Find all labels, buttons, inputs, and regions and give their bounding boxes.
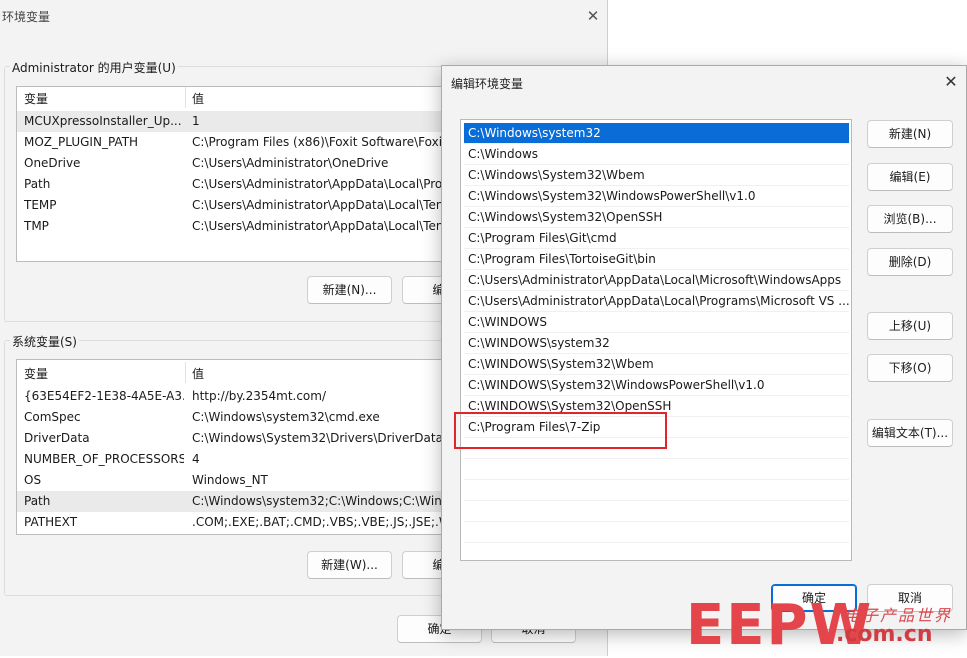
new-button[interactable]: 新建(N) [867,120,953,148]
empty-row[interactable] [464,438,849,459]
column-header-value[interactable]: 值 [192,90,452,107]
list-item[interactable]: C:\Program Files\7-Zip [464,417,849,438]
var-value: C:\Program Files (x86)\Foxit Software\Fo… [192,135,447,149]
column-header-value[interactable]: 值 [192,365,452,382]
var-value: Windows_NT [192,473,268,487]
table-row[interactable]: Path C:\Users\Administrator\AppData\Loca… [17,174,455,195]
var-name: {63E54EF2-1E38-4A5E-A3... [24,389,184,403]
var-value: C:\Users\Administrator\AppData\Local\Ten [192,198,444,212]
empty-row[interactable] [464,459,849,480]
var-value: C:\Windows\system32\cmd.exe [192,410,380,424]
var-name: NUMBER_OF_PROCESSORS [24,452,184,466]
user-variables-label: Administrator 的用户变量(U) [10,59,178,76]
column-header-variable[interactable]: 变量 [24,365,184,382]
var-name: PATHEXT [24,515,78,529]
var-name: ComSpec [24,410,81,424]
close-icon[interactable]: ✕ [584,7,602,25]
system-variables-label: 系统变量(S) [10,333,79,350]
list-item[interactable]: C:\Windows\System32\WindowsPowerShell\v1… [464,186,849,207]
list-item[interactable]: C:\Windows\System32\OpenSSH [464,207,849,228]
table-row[interactable]: MOZ_PLUGIN_PATH C:\Program Files (x86)\F… [17,132,455,153]
table-row[interactable]: Path C:\Windows\system32;C:\Windows;C:\W… [17,491,455,512]
var-name: MCUXpressoInstaller_Up... [24,114,182,128]
var-value: C:\Windows\system32;C:\Windows;C:\Wind [192,494,450,508]
var-name: OS [24,473,42,487]
dialog-title: 编辑环境变量 [451,77,524,91]
var-value: .COM;.EXE;.BAT;.CMD;.VBS;.VBE;.JS;.JSE;.… [192,515,452,529]
table-row[interactable]: OS Windows_NT [17,470,455,491]
var-name: TMP [24,219,49,233]
table-row[interactable]: TMP C:\Users\Administrator\AppData\Local… [17,216,455,237]
user-new-button[interactable]: 新建(N)... [307,276,392,304]
var-value: 4 [192,452,200,466]
browse-button[interactable]: 浏览(B)... [867,205,953,233]
empty-row[interactable] [464,480,849,501]
empty-row[interactable] [464,522,849,543]
user-variables-table[interactable]: 变量 值 MCUXpressoInstaller_Up... 1 MOZ_PLU… [16,86,456,262]
var-name: TEMP [24,198,57,212]
var-value: http://by.2354mt.com/ [192,389,327,403]
table-header: 变量 值 [17,362,455,383]
var-name: DriverData [24,431,90,445]
list-item[interactable]: C:\Users\Administrator\AppData\Local\Pro… [464,291,849,312]
move-up-button[interactable]: 上移(U) [867,312,953,340]
list-item[interactable]: C:\WINDOWS\System32\WindowsPowerShell\v1… [464,375,849,396]
var-value: C:\Users\Administrator\AppData\Local\Pro [192,177,443,191]
var-value: C:\Windows\System32\Drivers\DriverData [192,431,443,445]
close-icon[interactable]: ✕ [942,72,960,91]
table-header: 变量 值 [17,87,455,108]
var-name: Path [24,494,51,508]
var-value: C:\Users\Administrator\OneDrive [192,156,389,170]
table-row[interactable]: TEMP C:\Users\Administrator\AppData\Loca… [17,195,455,216]
list-item[interactable]: C:\Windows\system32 [464,123,849,144]
system-variables-table[interactable]: 变量 值 {63E54EF2-1E38-4A5E-A3... http://by… [16,359,456,535]
path-list[interactable]: C:\Windows\system32 C:\Windows C:\Window… [460,119,852,561]
edit-button[interactable]: 编辑(E) [867,163,953,191]
table-row[interactable]: DriverData C:\Windows\System32\Drivers\D… [17,428,455,449]
var-name: Path [24,177,51,191]
table-row[interactable]: MCUXpressoInstaller_Up... 1 [17,111,455,132]
window-title: 环境变量 [2,10,51,24]
empty-row[interactable] [464,501,849,522]
table-row[interactable]: NUMBER_OF_PROCESSORS 4 [17,449,455,470]
table-row[interactable]: {63E54EF2-1E38-4A5E-A3... http://by.2354… [17,386,455,407]
watermark-url: .com.cn [836,622,933,647]
list-item[interactable]: C:\WINDOWS\System32\OpenSSH [464,396,849,417]
list-item[interactable]: C:\Windows [464,144,849,165]
var-value: 1 [192,114,200,128]
list-item[interactable]: C:\Program Files\Git\cmd [464,228,849,249]
list-item[interactable]: C:\Users\Administrator\AppData\Local\Mic… [464,270,849,291]
column-header-variable[interactable]: 变量 [24,90,184,107]
var-name: OneDrive [24,156,81,170]
table-row[interactable]: OneDrive C:\Users\Administrator\OneDrive [17,153,455,174]
list-item[interactable]: C:\Program Files\TortoiseGit\bin [464,249,849,270]
watermark: EEPW 电子产品世界 .com.cn [686,596,967,656]
var-value: C:\Users\Administrator\AppData\Local\Ten [192,219,444,233]
table-row[interactable]: ComSpec C:\Windows\system32\cmd.exe [17,407,455,428]
list-item[interactable]: C:\WINDOWS\System32\Wbem [464,354,849,375]
move-down-button[interactable]: 下移(O) [867,354,953,382]
table-row[interactable]: PATHEXT .COM;.EXE;.BAT;.CMD;.VBS;.VBE;.J… [17,512,455,533]
list-item[interactable]: C:\Windows\System32\Wbem [464,165,849,186]
list-item[interactable]: C:\WINDOWS\system32 [464,333,849,354]
edit-text-button[interactable]: 编辑文本(T)... [867,419,953,447]
delete-button[interactable]: 删除(D) [867,248,953,276]
system-new-button[interactable]: 新建(W)... [307,551,392,579]
edit-environment-variable-dialog: 编辑环境变量 ✕ C:\Windows\system32 C:\Windows … [441,65,967,630]
list-item[interactable]: C:\WINDOWS [464,312,849,333]
var-name: MOZ_PLUGIN_PATH [24,135,139,149]
